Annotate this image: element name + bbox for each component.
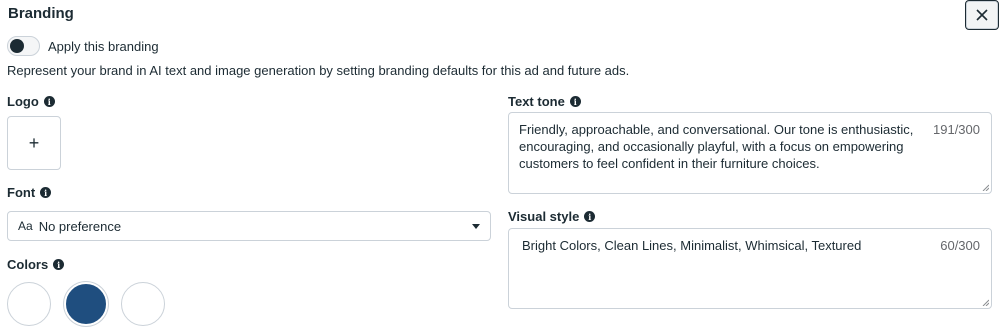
toggle-knob [10,39,24,53]
panel-title: Branding [8,5,74,22]
apply-branding-label: Apply this branding [48,38,159,54]
info-icon[interactable]: i [584,211,596,222]
colors-label-row: Colors i [7,257,65,272]
add-logo-button[interactable]: + [7,116,61,170]
apply-branding-toggle[interactable] [7,36,40,56]
branding-description: Represent your brand in AI text and imag… [7,63,630,78]
visual-style-textarea[interactable]: Bright Colors, Clean Lines, Minimalist, … [508,228,992,309]
visual-style-label: Visual style [508,209,580,224]
chevron-down-icon [472,223,480,229]
info-icon[interactable]: i [43,96,55,107]
color-swatch[interactable] [121,282,165,326]
font-icon: Aa [18,219,33,233]
info-icon[interactable]: i [53,259,65,270]
plus-icon: + [28,132,40,153]
color-swatch[interactable] [7,282,51,326]
visual-style-value: Bright Colors, Clean Lines, Minimalist, … [522,238,862,253]
color-swatch[interactable] [64,282,108,326]
info-icon[interactable]: i [40,187,52,198]
font-select[interactable]: Aa No preference [7,211,491,241]
text-tone-label-row: Text tone i [508,94,581,109]
close-button[interactable] [965,0,999,30]
font-select-value: No preference [38,218,122,234]
text-tone-value: Friendly, approachable, and conversation… [519,122,914,171]
colors-label: Colors [7,257,49,272]
text-tone-counter: 191/300 [933,122,980,137]
logo-label-row: Logo i [7,94,55,109]
font-label-row: Font i [7,185,52,200]
logo-label: Logo [7,94,39,109]
font-label: Font [7,185,36,200]
close-icon [976,9,988,21]
text-tone-textarea[interactable]: Friendly, approachable, and conversation… [508,112,992,194]
info-icon[interactable]: i [569,96,581,107]
resize-handle-icon[interactable] [982,299,989,306]
visual-style-label-row: Visual style i [508,209,596,224]
visual-style-counter: 60/300 [940,238,980,253]
resize-handle-icon[interactable] [982,184,989,191]
apply-branding-row: Apply this branding [7,36,159,56]
text-tone-label: Text tone [508,94,565,109]
